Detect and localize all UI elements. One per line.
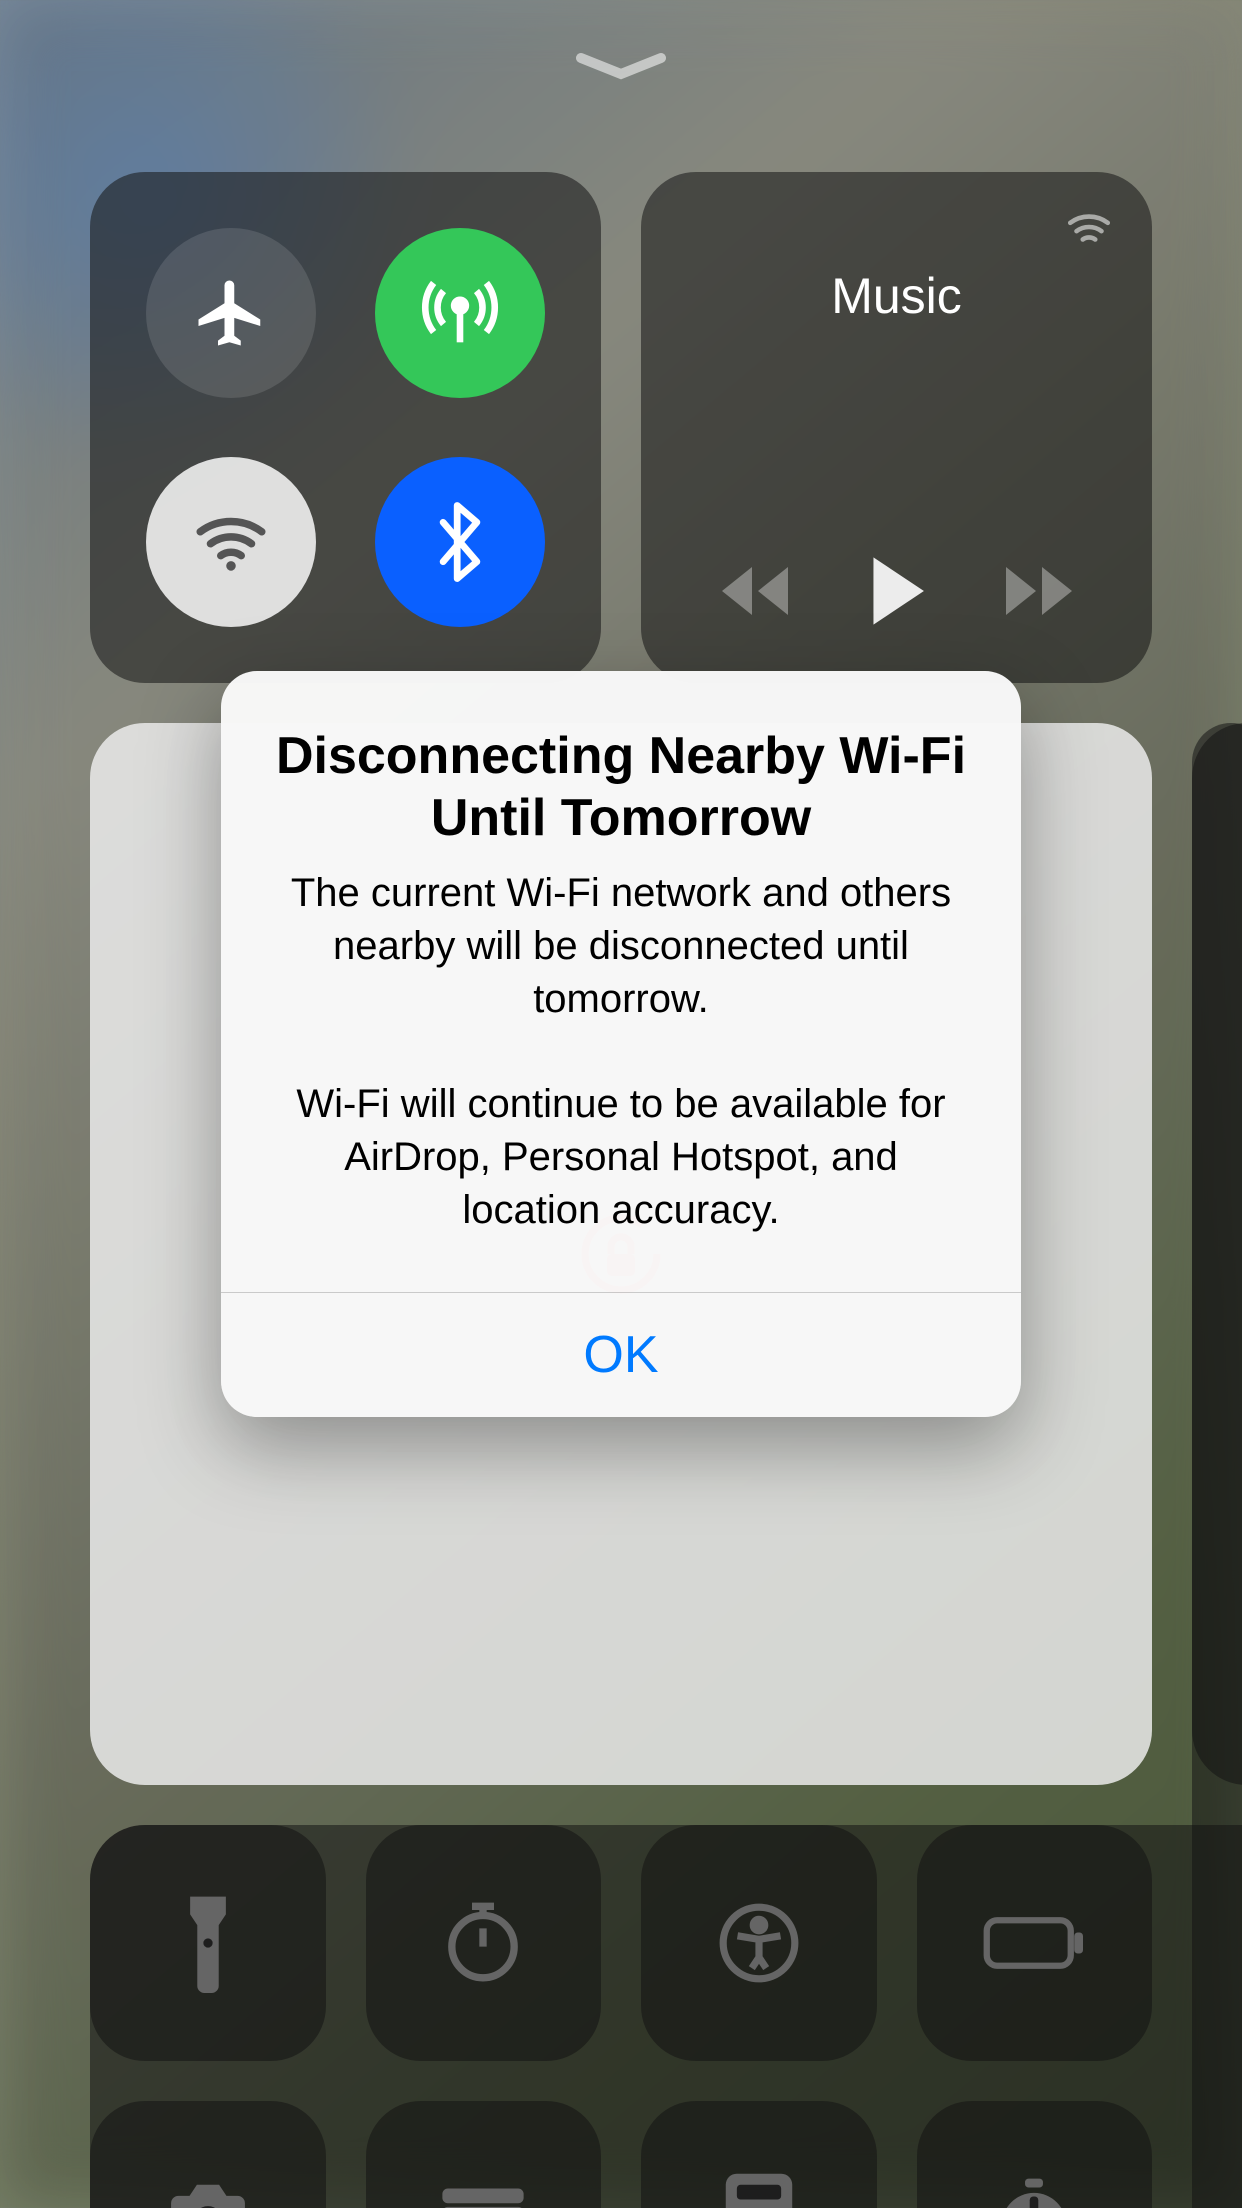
- alert-backdrop: Disconnecting Nearby Wi-Fi Until Tomorro…: [0, 0, 1242, 2208]
- alert-dialog: Disconnecting Nearby Wi-Fi Until Tomorro…: [221, 671, 1021, 1416]
- alert-title: Disconnecting Nearby Wi-Fi Until Tomorro…: [271, 726, 971, 849]
- alert-message: The current Wi-Fi network and others nea…: [271, 867, 971, 1237]
- alert-ok-button[interactable]: OK: [221, 1293, 1021, 1417]
